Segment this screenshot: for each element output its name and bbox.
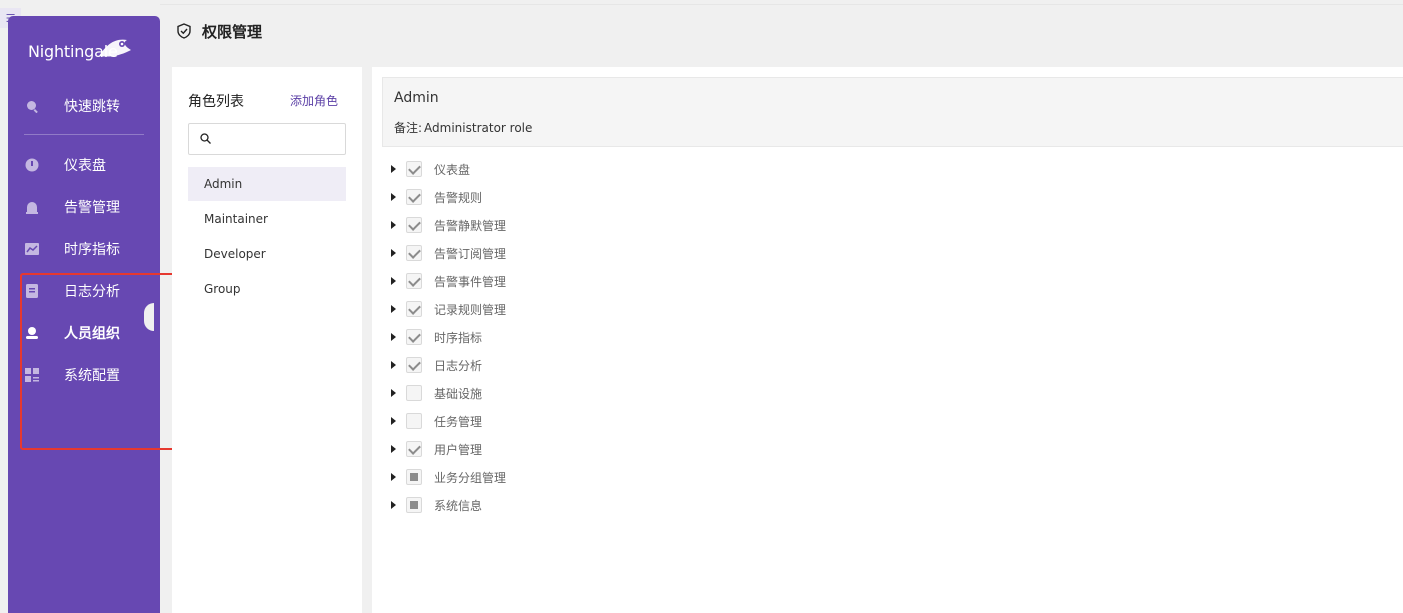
app-window: ☰ Nightingale 快速跳转 仪表盘 告警管理 [0, 0, 1403, 613]
role-search-input[interactable] [188, 123, 346, 155]
permission-label: 时序指标 [434, 330, 483, 345]
role-name: Admin [394, 90, 439, 106]
add-role-link[interactable]: 添加角色 [290, 92, 338, 109]
alarm-icon [24, 199, 40, 215]
expand-caret-icon[interactable] [391, 193, 396, 201]
expand-caret-icon[interactable] [391, 305, 396, 313]
chart-icon [24, 241, 40, 257]
permission-label: 告警规则 [434, 190, 483, 205]
permission-checkbox[interactable] [406, 217, 422, 233]
role-note-value: Administrator role [424, 121, 533, 135]
permission-node: 任务管理 [391, 411, 482, 431]
sidebar-divider [24, 134, 144, 135]
role-item-maintainer[interactable]: Maintainer [188, 202, 346, 236]
permission-label: 告警订阅管理 [434, 246, 507, 261]
permission-checkbox[interactable] [406, 301, 422, 317]
permission-checkbox[interactable] [406, 469, 422, 485]
search-icon [200, 133, 211, 144]
sidebar-item-dashboard[interactable]: 仪表盘 [24, 153, 106, 177]
permission-node: 告警静默管理 [391, 215, 506, 235]
permission-node: 记录规则管理 [391, 299, 506, 319]
permission-node: 时序指标 [391, 327, 482, 347]
permission-label: 基础设施 [434, 386, 483, 401]
permission-checkbox[interactable] [406, 273, 422, 289]
permission-node: 仪表盘 [391, 159, 470, 179]
sidebar-item-label: 告警管理 [64, 200, 120, 216]
permission-label: 日志分析 [434, 358, 483, 373]
role-item-developer[interactable]: Developer [188, 237, 346, 271]
permission-node: 系统信息 [391, 495, 482, 515]
expand-caret-icon[interactable] [391, 361, 396, 369]
permission-checkbox[interactable] [406, 329, 422, 345]
permission-node: 告警事件管理 [391, 271, 506, 291]
permission-label: 记录规则管理 [434, 302, 507, 317]
permission-label: 任务管理 [434, 414, 483, 429]
permission-node: 业务分组管理 [391, 467, 506, 487]
dashboard-icon [24, 157, 40, 173]
permission-label: 用户管理 [434, 442, 483, 457]
permission-checkbox[interactable] [406, 189, 422, 205]
shield-check-icon [177, 23, 191, 39]
highlight-box [20, 273, 180, 450]
expand-caret-icon[interactable] [391, 473, 396, 481]
expand-caret-icon[interactable] [391, 417, 396, 425]
search-icon [24, 98, 40, 114]
permission-checkbox[interactable] [406, 161, 422, 177]
permission-node: 告警规则 [391, 187, 482, 207]
expand-caret-icon[interactable] [391, 277, 396, 285]
permission-label: 告警静默管理 [434, 218, 507, 233]
sidebar-item-label: 快速跳转 [64, 99, 120, 115]
page-title: 权限管理 [202, 23, 263, 41]
permission-label: 系统信息 [434, 498, 483, 513]
permission-checkbox[interactable] [406, 441, 422, 457]
role-list-panel: 角色列表 添加角色 Admin Maintainer Developer Gro… [172, 67, 362, 613]
permission-label: 告警事件管理 [434, 274, 507, 289]
permission-checkbox[interactable] [406, 497, 422, 513]
expand-caret-icon[interactable] [391, 389, 396, 397]
expand-caret-icon[interactable] [391, 333, 396, 341]
permission-node: 用户管理 [391, 439, 482, 459]
permission-node: 告警订阅管理 [391, 243, 506, 263]
permission-checkbox[interactable] [406, 245, 422, 261]
expand-caret-icon[interactable] [391, 165, 396, 173]
role-detail-header: Admin 备注: Administrator role [382, 77, 1403, 147]
expand-caret-icon[interactable] [391, 501, 396, 509]
logo-bird-icon [99, 39, 131, 57]
permission-label: 业务分组管理 [434, 470, 507, 485]
role-note: 备注: Administrator role [394, 119, 532, 136]
permission-node: 基础设施 [391, 383, 482, 403]
role-list-title: 角色列表 [188, 94, 244, 110]
expand-caret-icon[interactable] [391, 249, 396, 257]
role-detail-panel: Admin 备注: Administrator role 仪表盘告警规则告警静默管… [372, 67, 1403, 613]
sidebar-item-label: 仪表盘 [64, 158, 106, 174]
permission-checkbox[interactable] [406, 357, 422, 373]
sidebar-item-alarm[interactable]: 告警管理 [24, 195, 120, 219]
role-note-label: 备注: [394, 121, 423, 135]
permission-node: 日志分析 [391, 355, 482, 375]
expand-caret-icon[interactable] [391, 221, 396, 229]
expand-caret-icon[interactable] [391, 445, 396, 453]
sidebar-item-quick-jump[interactable]: 快速跳转 [24, 94, 120, 118]
role-item-admin[interactable]: Admin [188, 167, 346, 201]
role-item-group[interactable]: Group [188, 272, 346, 306]
permission-checkbox[interactable] [406, 385, 422, 401]
permission-label: 仪表盘 [434, 162, 471, 177]
sidebar-item-metrics[interactable]: 时序指标 [24, 237, 120, 261]
permission-checkbox[interactable] [406, 413, 422, 429]
sidebar-item-label: 时序指标 [64, 242, 120, 258]
top-border [160, 4, 1403, 5]
